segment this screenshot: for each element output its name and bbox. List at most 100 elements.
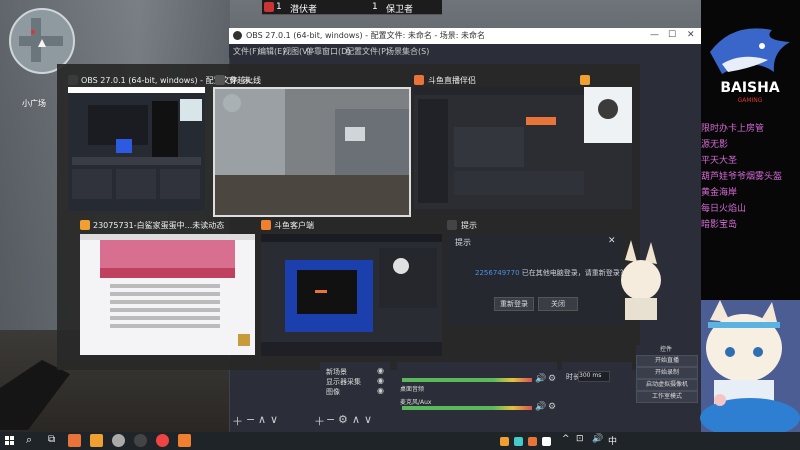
tray-icon[interactable] — [514, 437, 523, 446]
douyu-icon — [80, 220, 90, 230]
remove-icon[interactable]: − — [246, 413, 255, 426]
add-icon[interactable]: ＋ — [314, 413, 325, 429]
lore-item: 葫芦娃爷爷烟雾头盔 — [701, 172, 783, 182]
minimap-location-label: 小广场 — [22, 99, 46, 108]
tray-icon[interactable] — [542, 437, 551, 446]
lore-item: 限时办卡上房管 — [701, 124, 765, 134]
dialog-title: 提示 — [455, 238, 471, 247]
mixer-label: 麦克风/Aux — [400, 399, 432, 406]
score-left: 1 — [276, 2, 282, 12]
gear-icon[interactable]: ⚙ — [338, 413, 348, 426]
mixer-label: 桌面音频 — [400, 386, 425, 393]
window-thumbnail-game[interactable] — [213, 87, 411, 217]
lore-item: 黄金海岸 — [701, 188, 738, 198]
dialog-icon — [447, 220, 457, 230]
lore-item: 平天大圣 — [701, 156, 738, 166]
chrome-icon[interactable] — [156, 434, 169, 447]
gear-icon[interactable]: ⚙ — [548, 374, 556, 384]
anime-mascot-icon — [700, 300, 800, 432]
douyu-icon[interactable] — [178, 434, 191, 447]
transition-duration-input[interactable]: 300 ms — [578, 371, 610, 382]
obs-app-icon — [233, 31, 242, 40]
obs-icon[interactable] — [134, 434, 147, 447]
douyu-icon — [261, 220, 271, 230]
source-item[interactable]: 新场景 — [326, 367, 347, 377]
team-icon — [264, 2, 274, 12]
move-up-icon[interactable]: ∧ — [352, 413, 360, 426]
source-item[interactable]: 图像 — [326, 387, 340, 397]
window-thumbnail-browser[interactable] — [80, 234, 255, 355]
game-icon[interactable] — [112, 434, 125, 447]
add-icon[interactable]: ＋ — [232, 413, 243, 429]
window-title: 提示 — [461, 221, 477, 230]
score-right: 1 — [372, 2, 378, 12]
lore-item: 源无影 — [701, 140, 729, 150]
obs-icon — [68, 75, 78, 85]
transition-panel — [562, 362, 632, 402]
window-thumbnail-douyu-client[interactable] — [261, 234, 442, 356]
lore-item: 每日火焰山 — [701, 204, 747, 214]
dialog-message-text: 已在其他电脑登录，请重新登录？ — [521, 269, 627, 277]
eye-icon[interactable]: ◉ — [377, 386, 384, 395]
game-preview-icon — [215, 89, 409, 215]
remove-icon[interactable]: − — [326, 413, 335, 426]
window-title: 2307573​1-白鲨家蛋蛋中...未读动态 — [93, 221, 225, 230]
minimize-icon[interactable]: — — [650, 30, 659, 40]
speaker-icon[interactable]: 🔊 — [592, 434, 603, 444]
eye-icon[interactable]: ◉ — [377, 376, 384, 385]
menu-dock[interactable]: 停靠窗口(D) — [306, 46, 350, 57]
team-left-label: 潜伏者 — [290, 5, 318, 15]
menu-profile[interactable]: 配置文件(P) — [346, 46, 389, 57]
move-down-icon[interactable]: ∨ — [270, 413, 278, 426]
obs-window-title: OBS 27.0.1 (64-bit, windows) - 配置文件: 未命名… — [246, 31, 486, 40]
window-thumbnail-douyu-companion[interactable] — [414, 87, 632, 209]
team-right-label: 保卫者 — [386, 5, 414, 15]
shark-logo-icon: BAISHA GAMING — [710, 28, 790, 104]
minimap-map-icon — [19, 18, 63, 62]
lore-item: 暗影宝岛 — [701, 220, 738, 230]
source-item[interactable]: 显示器采集 — [326, 377, 361, 387]
menu-edit[interactable]: 编辑(E) — [258, 46, 285, 57]
tray-icon[interactable] — [500, 437, 509, 446]
move-up-icon[interactable]: ∧ — [258, 413, 266, 426]
eye-icon[interactable]: ◉ — [377, 366, 384, 375]
task-view-icon[interactable]: ⧉ — [48, 434, 55, 445]
game-icon — [215, 75, 225, 85]
window-title: 斗鱼客户端 — [274, 221, 314, 230]
menu-file[interactable]: 文件(F) — [233, 46, 260, 57]
input-method-icon[interactable]: 中 — [608, 434, 617, 447]
close-icon[interactable]: ✕ — [687, 30, 695, 40]
douyu-preview-icon — [414, 87, 632, 203]
menu-scene-collection[interactable]: 场景集合(S) — [386, 46, 429, 57]
obs-preview-icon — [68, 87, 205, 199]
douyu-icon — [580, 75, 590, 85]
mascot-small-icon — [621, 240, 661, 320]
score-hud — [262, 0, 442, 15]
maximize-icon[interactable]: ☐ — [668, 30, 676, 40]
speaker-icon[interactable]: 🔊 — [535, 374, 546, 384]
network-icon[interactable]: ⊡ — [576, 434, 584, 444]
search-icon[interactable]: ⌕ — [26, 433, 32, 447]
window-title: 斗鱼直播伴侣 — [428, 76, 476, 85]
douyu-icon[interactable] — [90, 434, 103, 447]
close-button[interactable]: 关闭 — [538, 297, 578, 311]
audio-meter-desktop — [402, 378, 532, 382]
window-thumbnail-dialog[interactable] — [447, 234, 623, 324]
douyu-icon[interactable] — [68, 434, 81, 447]
user-id: 2256749770 — [475, 269, 520, 277]
browser-preview-icon — [80, 234, 255, 346]
douyu-client-preview-icon — [261, 234, 442, 356]
douyu-icon — [414, 75, 424, 85]
window-thumbnail-obs[interactable] — [68, 87, 205, 211]
gear-icon[interactable]: ⚙ — [548, 402, 556, 412]
windows-start-icon[interactable] — [5, 436, 15, 446]
move-down-icon[interactable]: ∨ — [364, 413, 372, 426]
speaker-icon[interactable]: 🔊 — [535, 402, 546, 412]
dialog-message: 2256749770 已在其他电脑登录，请重新登录？ — [475, 268, 627, 278]
chevron-up-icon[interactable]: ^ — [562, 434, 570, 444]
logo-subtext: GAMING — [738, 97, 763, 104]
relogin-button[interactable]: 重新登录 — [494, 297, 534, 311]
logo-text: BAISHA — [720, 80, 780, 96]
tray-icon[interactable] — [528, 437, 537, 446]
audio-meter-mic — [402, 406, 532, 410]
